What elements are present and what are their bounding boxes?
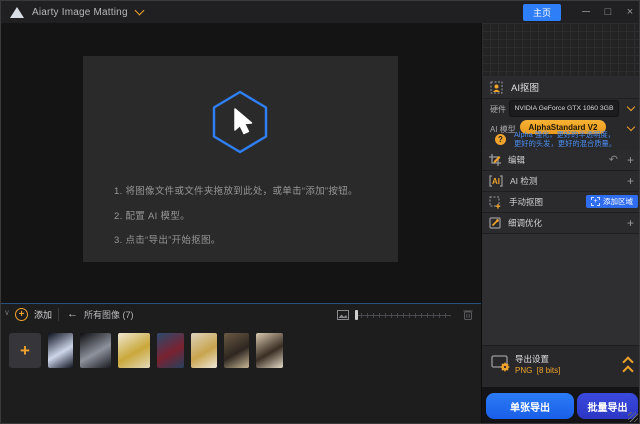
export-settings-icon [491, 355, 510, 372]
export-settings[interactable]: 导出设置 PNG [8 bits] [482, 345, 639, 388]
export-single-button[interactable]: 单张导出 [486, 393, 574, 419]
app-window: Aiarty Image Matting 主页 ─ □ × 1. 将图像文件或文… [0, 0, 640, 424]
section-label: 细调优化 [508, 218, 543, 228]
export-buttons-bar: 单张导出 批量导出 [482, 387, 639, 423]
transparency-grid-preview [482, 23, 639, 76]
thumbnail[interactable] [224, 333, 249, 368]
help-icon[interactable]: ? [495, 134, 506, 145]
app-logo-icon [10, 6, 24, 18]
expand-plus-icon[interactable]: + [627, 154, 634, 166]
section-refine[interactable]: 细调优化 + [482, 213, 639, 234]
all-images-filter[interactable]: ← 所有图像 (7) [67, 308, 134, 321]
dashed-plus-icon: + [591, 197, 600, 206]
export-settings-title: 导出设置 [515, 354, 550, 364]
collapse-panel-icon[interactable]: ∨ [4, 309, 10, 317]
all-images-label: 所有图像 (7) [84, 310, 134, 320]
collapse-up-icon[interactable] [622, 356, 634, 377]
drop-zone[interactable]: 1. 将图像文件或文件夹拖放到此处，或单击“添加”按钮。 2. 配置 AI 模型… [83, 56, 398, 262]
app-title: Aiarty Image Matting [32, 6, 128, 18]
model-desc-line: Alpha 强化，更好的半透明度， [514, 130, 615, 139]
section-ai-matting[interactable]: AI抠图 [482, 76, 639, 99]
resize-grip[interactable] [628, 412, 638, 422]
thumbnail-size-slider[interactable] [355, 309, 451, 320]
sidebar: AI抠图 硬件 NVIDIA GeForce GTX 1060 3GB AI 模… [481, 23, 639, 423]
section-edit[interactable]: 编辑 ↶ + [482, 150, 639, 171]
thumbnail[interactable] [256, 333, 283, 368]
thumbnail[interactable] [48, 333, 73, 368]
sidebar-empty-panel [482, 234, 639, 345]
section-label: 手动抠图 [509, 197, 544, 207]
expand-plus-icon[interactable]: + [627, 217, 634, 229]
cursor-hexagon-icon [210, 89, 270, 160]
section-label: 编辑 [508, 155, 526, 165]
ai-detect-icon: AI [489, 175, 503, 187]
svg-text:AI: AI [492, 177, 500, 186]
add-label: 添加 [34, 310, 53, 320]
edit-crop-icon [489, 154, 501, 166]
toolbar-divider [58, 308, 59, 321]
slider-track [355, 314, 451, 316]
app-menu-chevron-icon[interactable] [134, 5, 145, 16]
close-button[interactable]: × [619, 1, 639, 23]
instruction-line: 1. 将图像文件或文件夹拖放到此处，或单击“添加”按钮。 [114, 186, 358, 197]
add-image-tile[interactable]: + [9, 333, 41, 368]
titlebar: Aiarty Image Matting 主页 ─ □ × [1, 1, 639, 23]
plus-circle-icon: + [15, 308, 28, 321]
export-format: PNG [8 bits] [515, 366, 561, 375]
back-arrow-icon: ← [67, 308, 78, 320]
add-images-button[interactable]: + 添加 [15, 308, 52, 321]
drop-instructions: 1. 将图像文件或文件夹拖放到此处，或单击“添加”按钮。 2. 配置 AI 模型… [114, 187, 358, 261]
manual-matting-icon [489, 196, 501, 208]
minimize-button[interactable]: ─ [575, 1, 597, 23]
canvas-area: 1. 将图像文件或文件夹拖放到此处，或单击“添加”按钮。 2. 配置 AI 模型… [1, 23, 481, 303]
slider-thumb[interactable] [355, 309, 358, 320]
filmstrip-panel: ∨ + 添加 ← 所有图像 (7) + [1, 303, 481, 423]
refine-icon [489, 217, 501, 229]
section-ai-detect[interactable]: AI AI 检测 + [482, 171, 639, 192]
section-manual-matting[interactable]: 手动抠图 + 添加区域 [482, 192, 639, 213]
hardware-label: 硬件 [490, 105, 506, 114]
image-size-icon [337, 309, 349, 320]
home-button[interactable]: 主页 [522, 3, 561, 21]
delete-icon[interactable] [463, 309, 473, 320]
hardware-select[interactable]: NVIDIA GeForce GTX 1060 3GB [509, 100, 619, 117]
model-description: ? Alpha 强化，更好的半透明度， 更好的头发，更好的混合质量。 (SOTA… [482, 130, 639, 157]
thumbnail[interactable] [118, 333, 150, 368]
filmstrip-toolbar: ∨ + 添加 ← 所有图像 (7) [1, 307, 481, 325]
ai-matting-title: AI抠图 [511, 83, 539, 94]
ai-matting-icon [490, 81, 503, 93]
thumbnail[interactable] [191, 333, 217, 368]
thumbnail-strip: + [9, 333, 283, 368]
thumbnail[interactable] [157, 333, 184, 368]
add-region-button[interactable]: + 添加区域 [586, 195, 638, 208]
section-label: AI 检测 [510, 176, 538, 186]
thumbnail[interactable] [80, 333, 111, 368]
maximize-button[interactable]: □ [597, 1, 619, 23]
instruction-line: 2. 配置 AI 模型。 [114, 210, 190, 222]
expand-plus-icon[interactable]: + [627, 175, 634, 187]
chevron-down-icon[interactable] [626, 102, 636, 112]
hardware-row: 硬件 NVIDIA GeForce GTX 1060 3GB [482, 99, 639, 118]
undo-icon[interactable]: ↶ [609, 154, 618, 166]
add-region-label: 添加区域 [603, 197, 633, 206]
instruction-line: 3. 点击“导出”开始抠图。 [114, 235, 221, 246]
